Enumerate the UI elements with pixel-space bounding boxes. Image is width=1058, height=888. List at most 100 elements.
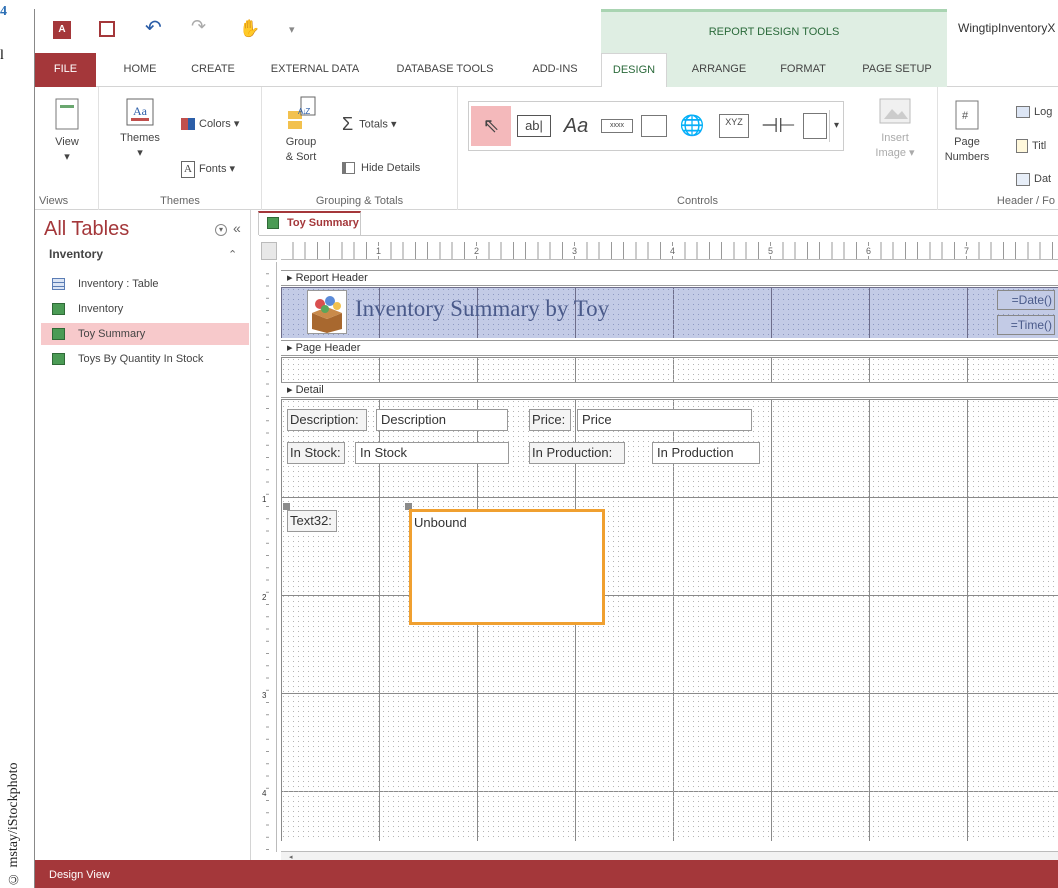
status-bar: Design View xyxy=(35,860,1058,888)
ruler-num: 5 xyxy=(767,246,775,256)
redo-icon[interactable]: ↷ xyxy=(191,16,206,37)
themes-group-label: Themes xyxy=(160,195,200,207)
tab-design[interactable]: DESIGN xyxy=(601,53,667,88)
view-label: View xyxy=(55,136,79,148)
button-control-icon[interactable]: xxxx xyxy=(601,119,633,133)
description-label[interactable]: Description: xyxy=(287,409,367,431)
title-button[interactable]: Titl xyxy=(1016,139,1046,154)
tab-format[interactable]: FORMAT xyxy=(769,53,837,87)
date-time-button[interactable]: Dat xyxy=(1016,172,1051,187)
text32-label[interactable]: Text32: xyxy=(287,510,337,532)
nav-item-toy-summary[interactable]: Toy Summary xyxy=(41,323,249,345)
group-controls: ⇖ ab| Aa xxxx 🌐 XYZ ⊣⊢ ▾ Insert Image ▾ C… xyxy=(458,87,938,210)
in-stock-field[interactable]: In Stock xyxy=(355,442,509,464)
customize-toolbar-icon[interactable]: ▾ xyxy=(289,23,295,36)
select-pointer-icon[interactable]: ⇖ xyxy=(471,106,511,146)
undo-icon[interactable]: ↶ xyxy=(145,15,162,40)
tab-arrange[interactable]: ARRANGE xyxy=(683,53,755,87)
hide-details-label: Hide Details xyxy=(361,162,421,174)
ruler-num: 7 xyxy=(963,246,971,256)
tab-home[interactable]: HOME xyxy=(113,53,167,87)
collapse-section-icon[interactable]: ⌃ xyxy=(228,248,237,261)
move-handle[interactable] xyxy=(283,503,290,510)
report-selector[interactable] xyxy=(261,242,277,260)
ruler-num: 1 xyxy=(375,246,383,256)
chart-control-icon[interactable]: XYZ xyxy=(719,114,749,138)
report-header-section: Inventory Summary by Toy =Date() =Time() xyxy=(281,287,1058,338)
report-icon xyxy=(52,353,65,365)
insert-image-button[interactable]: Insert Image ▾ xyxy=(866,95,924,161)
tab-external-data[interactable]: EXTERNAL DATA xyxy=(265,53,365,87)
price-label[interactable]: Price: xyxy=(529,409,571,431)
in-stock-label[interactable]: In Stock: xyxy=(287,442,345,464)
vruler-num: 3 xyxy=(262,691,267,700)
colors-button[interactable]: Colors ▾ xyxy=(181,117,239,132)
logo-button[interactable]: Log xyxy=(1016,105,1052,120)
totals-label: Totals xyxy=(359,118,388,131)
page-break-icon[interactable]: ⊣⊢ xyxy=(761,110,796,142)
group-grouping-totals: A↓Z Group & Sort Σ Totals ▾ Hide Details G… xyxy=(262,87,458,210)
nav-item-toys-by-quantity[interactable]: Toys By Quantity In Stock xyxy=(41,348,249,370)
nav-item-label: Toys By Quantity In Stock xyxy=(78,353,204,365)
subform-control-icon[interactable] xyxy=(803,113,827,139)
time-field[interactable]: =Time() xyxy=(997,315,1055,335)
page-header-bar[interactable]: ▸ Page Header xyxy=(281,340,1058,356)
nav-item-inventory-table[interactable]: Inventory : Table xyxy=(41,273,249,295)
page-numbers-button[interactable]: # Page Numbers xyxy=(944,99,990,165)
fonts-label: Fonts xyxy=(198,163,227,175)
document-tab-toy-summary[interactable]: Toy Summary xyxy=(258,211,361,235)
touch-mode-icon[interactable]: ✋ xyxy=(239,19,260,39)
textbox-control-icon[interactable]: ab| xyxy=(517,115,551,137)
in-production-label[interactable]: In Production: xyxy=(529,442,625,464)
tab-page-setup[interactable]: PAGE SETUP xyxy=(855,53,939,87)
group-sort-button[interactable]: A↓Z Group & Sort xyxy=(276,95,326,165)
hide-details-button[interactable]: Hide Details xyxy=(342,161,420,176)
nav-section-inventory[interactable]: Inventory xyxy=(49,247,103,261)
tab-create[interactable]: CREATE xyxy=(185,53,241,87)
colors-label: Colors xyxy=(199,118,231,130)
controls-group-label: Controls xyxy=(677,195,718,207)
in-production-field[interactable]: In Production xyxy=(652,442,760,464)
page-header-label: Page Header xyxy=(295,342,361,354)
vruler-num: 4 xyxy=(262,789,267,798)
shutter-bar-icon[interactable]: « xyxy=(233,220,241,236)
date-field[interactable]: =Date() xyxy=(997,290,1055,310)
fonts-button[interactable]: A Fonts ▾ xyxy=(181,161,235,178)
themes-dropdown-icon: ▾ xyxy=(137,147,143,159)
save-icon[interactable] xyxy=(99,21,115,37)
tab-database-tools[interactable]: DATABASE TOOLS xyxy=(391,53,499,87)
status-text: Design View xyxy=(49,869,110,881)
window-title: WingtipInventoryX xyxy=(958,21,1056,35)
nav-item-label: Inventory : Table xyxy=(78,278,159,290)
report-title-label[interactable]: Inventory Summary by Toy xyxy=(355,296,609,322)
price-field[interactable]: Price xyxy=(577,409,752,431)
photo-credit: © mstay/iStockphoto xyxy=(6,762,21,887)
hyperlink-control-icon[interactable]: 🌐 xyxy=(677,110,707,142)
access-app-icon[interactable]: A xyxy=(53,21,71,39)
totals-button[interactable]: Σ Totals ▾ xyxy=(342,115,396,133)
nav-menu-icon[interactable]: ▾ xyxy=(215,224,227,236)
unbound-textbox-selected[interactable]: Unbound xyxy=(409,509,605,625)
unbound-text: Unbound xyxy=(414,515,467,530)
themes-button[interactable]: Aa Themes ▾ xyxy=(117,97,163,161)
group-sort-label-2: & Sort xyxy=(285,151,317,163)
tab-file[interactable]: FILE xyxy=(35,53,96,87)
tab-control-icon[interactable] xyxy=(641,115,667,137)
group-themes: Aa Themes ▾ Colors ▾ A Fonts ▾ Themes xyxy=(99,87,262,210)
logo-image[interactable] xyxy=(307,290,347,334)
nav-item-inventory-report[interactable]: Inventory xyxy=(41,298,249,320)
description-field[interactable]: Description xyxy=(376,409,508,431)
ruler-num: 6 xyxy=(865,246,873,256)
page-number-glyph: # xyxy=(962,110,969,122)
controls-more-icon[interactable]: ▾ xyxy=(829,110,843,142)
report-header-bar[interactable]: ▸ Report Header xyxy=(281,270,1058,286)
controls-gallery: ⇖ ab| Aa xxxx 🌐 XYZ ⊣⊢ ▾ xyxy=(468,101,844,151)
view-button[interactable]: View ▾ xyxy=(49,97,85,165)
group-views: View ▾ Views xyxy=(35,87,99,210)
label-control-icon[interactable]: Aa xyxy=(559,110,593,142)
edge-mark-top: 4 xyxy=(0,4,7,19)
nav-title[interactable]: All Tables xyxy=(44,218,129,241)
detail-bar[interactable]: ▸ Detail xyxy=(281,382,1058,398)
tab-add-ins[interactable]: ADD-INS xyxy=(525,53,585,87)
toy-box-icon xyxy=(312,296,342,333)
